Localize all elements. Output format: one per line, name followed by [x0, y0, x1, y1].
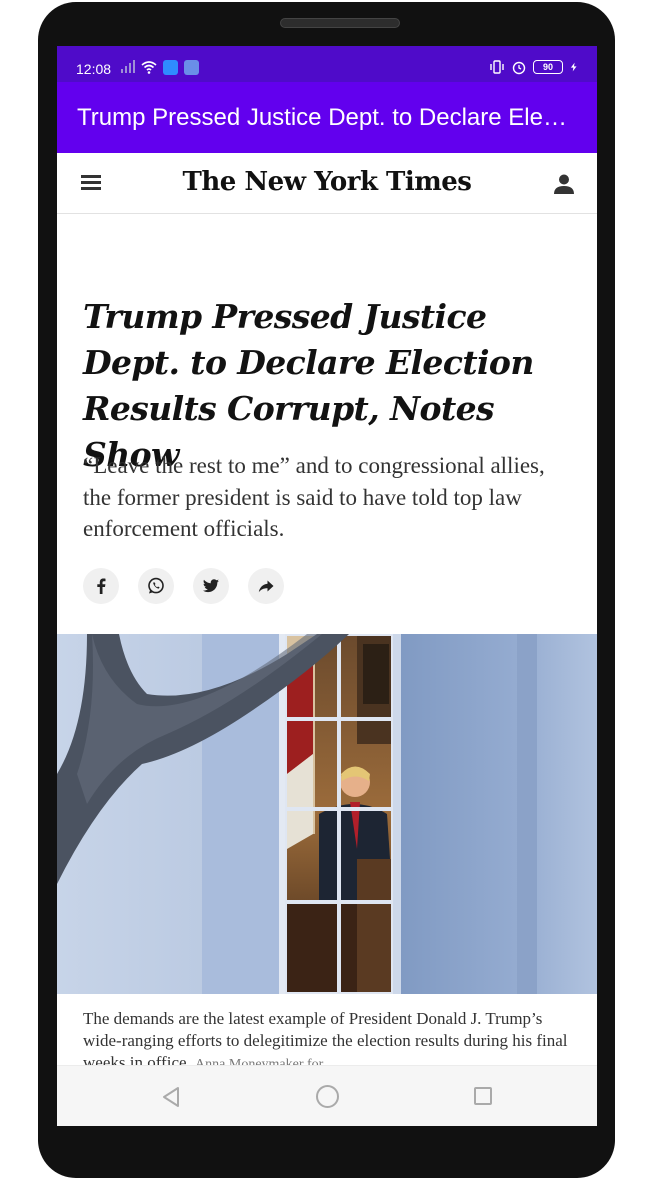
- wifi-icon: [141, 61, 157, 74]
- back-icon[interactable]: [161, 1086, 181, 1108]
- nyt-logo[interactable]: The New York Times: [57, 167, 597, 197]
- share-icon: [258, 580, 274, 593]
- recent-apps-icon[interactable]: [474, 1087, 492, 1105]
- notification-app-icon: [184, 59, 199, 75]
- more-share-button[interactable]: [248, 568, 284, 604]
- screen: 12:08 90 Trump Pressed Justice Dept. to …: [57, 46, 597, 1126]
- home-icon[interactable]: [316, 1085, 339, 1108]
- nyt-header: The New York Times: [57, 153, 597, 214]
- caption-text: The demands are the latest example of Pr…: [83, 1009, 568, 1072]
- status-time: 12:08: [76, 61, 112, 77]
- system-nav-bar: [57, 1065, 597, 1126]
- usb-icon: [163, 59, 178, 75]
- article-lead-image: [57, 634, 597, 994]
- share-tools: [83, 568, 284, 604]
- app-bar: Trump Pressed Justice Dept. to Declare E…: [57, 82, 597, 153]
- article-summary: “Leave the rest to me” and to congressio…: [83, 453, 545, 541]
- alarm-icon: [512, 61, 526, 75]
- phone-speaker: [280, 18, 400, 28]
- cell-signal-icon: [121, 60, 135, 73]
- facebook-share-button[interactable]: [83, 568, 119, 604]
- twitter-icon: [203, 579, 219, 593]
- app-bar-title: Trump Pressed Justice Dept. to Declare E…: [77, 104, 567, 131]
- battery-icon: 90: [533, 60, 563, 74]
- account-icon[interactable]: [553, 173, 575, 195]
- vibrate-icon: [490, 60, 504, 74]
- twitter-share-button[interactable]: [193, 568, 229, 604]
- facebook-icon: [97, 578, 106, 594]
- status-bar: 12:08 90: [57, 46, 597, 82]
- charging-icon: [570, 62, 577, 72]
- whatsapp-share-button[interactable]: [138, 568, 174, 604]
- whatsapp-icon: [148, 577, 164, 594]
